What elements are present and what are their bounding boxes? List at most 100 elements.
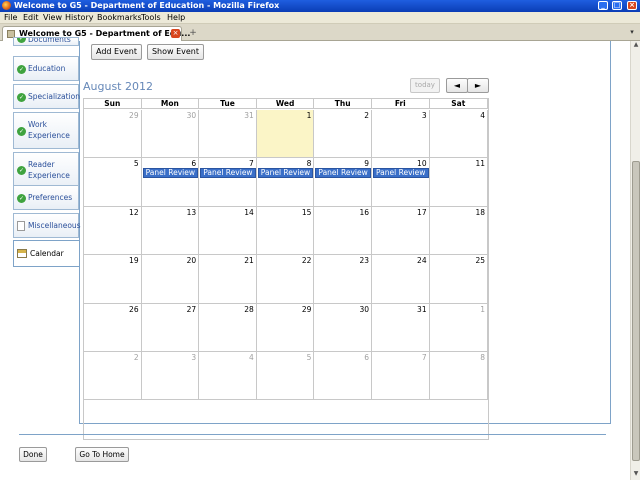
calendar-event[interactable]: Panel Review <box>315 168 371 179</box>
menu-edit[interactable]: Edit <box>23 13 39 22</box>
done-button[interactable]: Done <box>19 447 47 462</box>
calendar-day-cell[interactable]: 3 <box>372 110 430 159</box>
window-titlebar: Welcome to G5 - Department of Education … <box>0 0 640 12</box>
maximize-button[interactable]: □ <box>612 1 622 10</box>
menu-view[interactable]: View <box>43 13 62 22</box>
calendar-day-cell[interactable]: 7 <box>372 352 430 401</box>
calendar-day-cell[interactable]: 11 <box>429 158 488 207</box>
day-number: 3 <box>191 353 197 362</box>
day-number: 29 <box>129 111 139 120</box>
calendar-day-cell[interactable]: 7 <box>199 158 257 207</box>
calendar-day-cell[interactable]: 6 <box>314 352 372 401</box>
day-number: 16 <box>359 207 369 217</box>
day-header-fri: Fri <box>372 99 430 109</box>
day-number: 7 <box>421 353 427 362</box>
day-number: 27 <box>186 304 197 314</box>
calendar-event[interactable]: Panel Review <box>200 168 256 179</box>
sidebar-item-specialization[interactable]: ✓ Specialization <box>13 84 80 109</box>
day-number: 5 <box>133 159 139 169</box>
day-number: 25 <box>475 256 485 266</box>
calendar-day-cell[interactable]: 25 <box>429 255 488 304</box>
day-number: 14 <box>244 207 254 217</box>
calendar-day-cell[interactable]: 13 <box>141 206 200 256</box>
calendar-day-cell[interactable]: 18 <box>429 206 488 256</box>
close-window-button[interactable]: × <box>627 1 637 10</box>
sidebar-item-calendar[interactable]: Calendar <box>13 240 80 267</box>
calendar-day-cell[interactable]: 30 <box>314 303 372 352</box>
new-tab-button[interactable]: + <box>186 28 200 39</box>
calendar-day-cell[interactable]: 2 <box>84 352 142 401</box>
scrollbar-thumb[interactable] <box>632 161 640 461</box>
day-header-sun: Sun <box>84 99 142 109</box>
day-number: 30 <box>186 111 197 120</box>
menu-help[interactable]: Help <box>167 13 185 22</box>
minimize-button[interactable]: _ <box>598 1 608 10</box>
vertical-scrollbar[interactable]: ▲ ▼ <box>630 41 640 480</box>
calendar-day-cell[interactable]: 26 <box>84 303 142 352</box>
day-number: 4 <box>480 111 485 120</box>
sidebar-item-work-experience[interactable]: ✓ Work Experience <box>13 112 79 149</box>
calendar-day-cell[interactable]: 9 <box>314 158 372 207</box>
next-month-button[interactable]: ► <box>467 78 489 93</box>
calendar-day-cell[interactable]: 4 <box>199 352 257 401</box>
menu-tools[interactable]: Tools <box>141 13 161 22</box>
calendar-day-cell[interactable]: 5 <box>84 158 142 207</box>
menu-history[interactable]: History <box>65 13 93 22</box>
today-button[interactable]: today <box>410 78 440 93</box>
sidebar-item-documents[interactable]: ✓ Documents <box>13 37 79 46</box>
sidebar-item-label: Miscellaneous <box>28 221 81 230</box>
calendar-day-cell[interactable]: 27 <box>141 303 200 352</box>
calendar-day-cell[interactable]: 8 <box>256 158 315 207</box>
calendar-event[interactable]: Panel Review <box>142 168 199 179</box>
calendar-day-cell[interactable]: 3 <box>141 352 200 401</box>
menu-file[interactable]: File <box>4 13 17 22</box>
check-icon: ✓ <box>17 93 26 102</box>
prev-month-button[interactable]: ◄ <box>446 78 468 93</box>
calendar-day-cell[interactable]: 17 <box>372 206 430 256</box>
calendar-day-cell[interactable]: 24 <box>372 255 430 304</box>
calendar-day-cell[interactable]: 15 <box>256 206 315 256</box>
calendar-day-cell[interactable]: 28 <box>199 303 257 352</box>
menu-bookmarks[interactable]: Bookmarks <box>97 13 142 22</box>
sidebar-item-label: Education <box>28 64 66 73</box>
calendar-day-cell[interactable]: 29 <box>84 110 142 159</box>
show-event-button[interactable]: Show Event <box>147 44 204 60</box>
calendar-day-cell[interactable]: 14 <box>199 206 257 256</box>
sidebar-item-reader-experience[interactable]: ✓ Reader Experience <box>13 152 79 188</box>
scroll-down-icon[interactable]: ▼ <box>632 470 640 478</box>
calendar-day-cell[interactable]: 5 <box>256 352 315 401</box>
calendar-day-cell[interactable]: 31 <box>372 303 430 352</box>
calendar-day-cell[interactable]: 12 <box>84 206 142 256</box>
calendar-day-cell[interactable]: 31 <box>199 110 257 159</box>
calendar-day-cell[interactable]: 10 <box>372 158 430 207</box>
calendar-day-cell[interactable]: 29 <box>256 303 315 352</box>
calendar-day-cell[interactable]: 20 <box>141 255 200 304</box>
calendar-grid: Sun Mon Tue Wed Thu Fri Sat 29 30 31 1 2 3 4 5 6 Panel R… <box>83 98 489 440</box>
calendar-day-cell[interactable]: 1 <box>429 303 488 352</box>
day-number: 9 <box>364 159 369 169</box>
add-event-button[interactable]: Add Event <box>91 44 142 60</box>
tab-strip: Welcome to G5 - Department of Edu... × +… <box>0 24 640 41</box>
calendar-day-cell[interactable]: 2 <box>314 110 372 159</box>
sidebar-item-miscellaneous[interactable]: Miscellaneous <box>13 213 81 238</box>
close-tab-icon[interactable]: × <box>171 29 180 38</box>
list-all-tabs-icon[interactable]: ▾ <box>626 28 638 38</box>
calendar-event[interactable]: Panel Review <box>257 168 314 179</box>
check-icon: ✓ <box>17 65 26 74</box>
calendar-day-cell[interactable]: 4 <box>429 110 488 159</box>
calendar-day-cell[interactable]: 6 <box>141 158 200 207</box>
calendar-day-cell[interactable]: 21 <box>199 255 257 304</box>
calendar-day-cell[interactable]: 19 <box>84 255 142 304</box>
calendar-day-cell[interactable]: 30 <box>141 110 200 159</box>
day-number: 21 <box>244 256 254 266</box>
calendar-event[interactable]: Panel Review <box>373 168 429 179</box>
calendar-day-cell[interactable]: 22 <box>256 255 315 304</box>
sidebar-item-preferences[interactable]: ✓ Preferences <box>13 185 79 210</box>
sidebar-item-education[interactable]: ✓ Education <box>13 56 79 81</box>
go-to-home-button[interactable]: Go To Home <box>75 447 129 462</box>
calendar-day-cell[interactable]: 23 <box>314 255 372 304</box>
calendar-day-cell[interactable]: 1 <box>256 110 315 159</box>
calendar-day-cell[interactable]: 8 <box>429 352 488 401</box>
calendar-day-cell[interactable]: 16 <box>314 206 372 256</box>
scroll-up-icon[interactable]: ▲ <box>632 41 640 49</box>
